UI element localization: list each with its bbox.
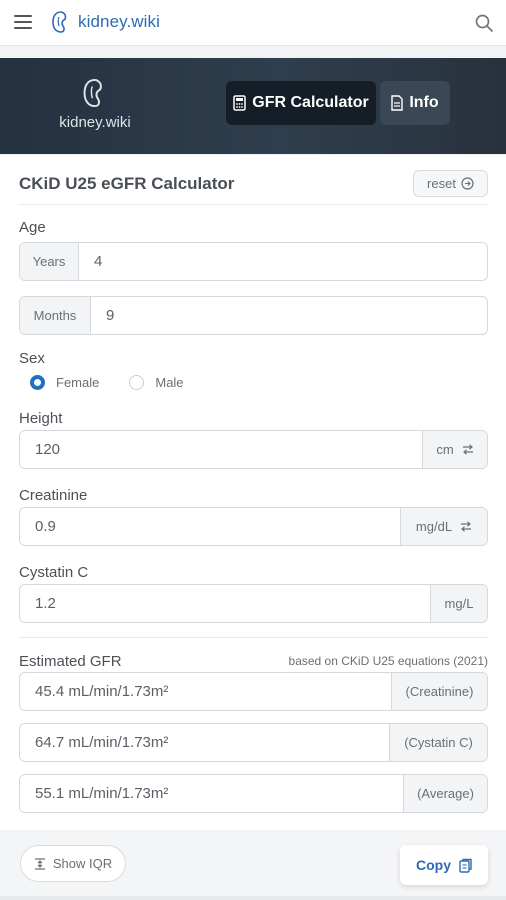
sex-label: Sex	[19, 350, 45, 367]
hero-logo: kidney.wiki	[50, 76, 140, 131]
creatinine-unit: mg/dL	[415, 519, 453, 534]
cystatin-input-group: 1.2 mg/L	[19, 584, 488, 623]
gfr-tag: (Cystatin C)	[389, 724, 487, 761]
creatinine-label: Creatinine	[19, 487, 88, 504]
radio-label-female: Female	[56, 375, 100, 390]
brand-name: kidney.wiki	[78, 12, 161, 31]
calculator-title: CKiD U25 eGFR Calculator	[19, 174, 235, 193]
height-label: Height	[19, 410, 63, 427]
equation-note: based on CKiD U25 equations (2021)	[288, 654, 488, 668]
sex-option-female[interactable]: Female	[30, 375, 99, 390]
age-label: Age	[19, 219, 46, 236]
age-months-input[interactable]: 9	[91, 297, 487, 334]
gfr-result-cystatin: 64.7 mL/min/1.73m² (Cystatin C)	[19, 723, 488, 762]
brand-link[interactable]: kidney.wiki	[50, 9, 160, 35]
gfr-result-creatinine: 45.4 mL/min/1.73m² (Creatinine)	[19, 672, 488, 711]
show-iqr-label: Show IQR	[52, 856, 113, 871]
tab-label: GFR Calculator	[252, 94, 369, 111]
cystatin-unit: mg/L	[430, 585, 487, 622]
swap-arrows-icon	[461, 521, 472, 532]
gfr-value: 64.7 mL/min/1.73m²	[35, 734, 169, 751]
reset-circle-icon	[461, 177, 474, 190]
divider	[19, 637, 488, 638]
top-app-bar: kidney.wiki	[0, 0, 506, 46]
cystatin-input[interactable]: 1.2	[20, 585, 430, 622]
height-input-group: 120 cm	[19, 430, 488, 469]
radio-label-male: Male	[155, 375, 184, 390]
height-unit-toggle[interactable]: cm	[422, 431, 487, 468]
age-months-input-group: Months 9	[19, 296, 488, 335]
hero-logo-text: kidney.wiki	[59, 114, 131, 131]
document-icon	[391, 95, 404, 111]
sex-radio-group: Female Male	[30, 375, 214, 390]
expand-vertical-icon	[34, 857, 45, 870]
search-icon[interactable]	[474, 13, 494, 33]
kidney-logo-icon	[52, 11, 67, 33]
reset-button[interactable]: reset	[413, 170, 488, 197]
copy-button[interactable]: Copy	[400, 845, 488, 885]
calculator-icon	[233, 95, 247, 111]
kidney-logo-icon	[83, 78, 102, 108]
age-years-input-group: Years 4	[19, 242, 488, 281]
height-unit: cm	[436, 442, 454, 457]
tab-gfr-calculator[interactable]: GFR Calculator	[226, 81, 376, 125]
years-addon: Years	[20, 243, 79, 280]
copy-clipboard-icon	[459, 858, 472, 873]
height-input[interactable]: 120	[20, 431, 422, 468]
radio-female[interactable]	[30, 375, 45, 390]
gfr-tag: (Creatinine)	[391, 673, 487, 710]
sex-option-male[interactable]: Male	[129, 375, 184, 390]
divider	[19, 204, 488, 205]
tab-info[interactable]: Info	[380, 81, 450, 125]
gfr-value: 45.4 mL/min/1.73m²	[35, 683, 169, 700]
creatinine-unit-toggle[interactable]: mg/dL	[400, 508, 487, 545]
radio-male[interactable]	[129, 375, 145, 390]
tab-label: Info	[409, 94, 439, 111]
gfr-result-average: 55.1 mL/min/1.73m² (Average)	[19, 774, 488, 813]
calculator-card: CKiD U25 eGFR Calculator reset Age Years…	[0, 155, 506, 900]
reset-label: reset	[427, 176, 456, 191]
swap-arrows-icon	[462, 444, 473, 455]
gfr-value: 55.1 mL/min/1.73m²	[35, 785, 169, 802]
show-iqr-button[interactable]: Show IQR	[20, 845, 126, 882]
hero-banner: kidney.wiki GFR Calculator Info	[0, 58, 506, 154]
estimated-gfr-label: Estimated GFR	[19, 653, 122, 670]
gfr-tag: (Average)	[403, 775, 487, 812]
bottom-divider	[0, 896, 506, 900]
age-years-input[interactable]: 4	[79, 243, 487, 280]
cystatin-label: Cystatin C	[19, 564, 89, 581]
months-addon: Months	[20, 297, 91, 334]
hamburger-menu-icon[interactable]	[14, 15, 32, 29]
creatinine-input-group: 0.9 mg/dL	[19, 507, 488, 546]
creatinine-input[interactable]: 0.9	[20, 508, 400, 545]
copy-label: Copy	[416, 857, 451, 873]
